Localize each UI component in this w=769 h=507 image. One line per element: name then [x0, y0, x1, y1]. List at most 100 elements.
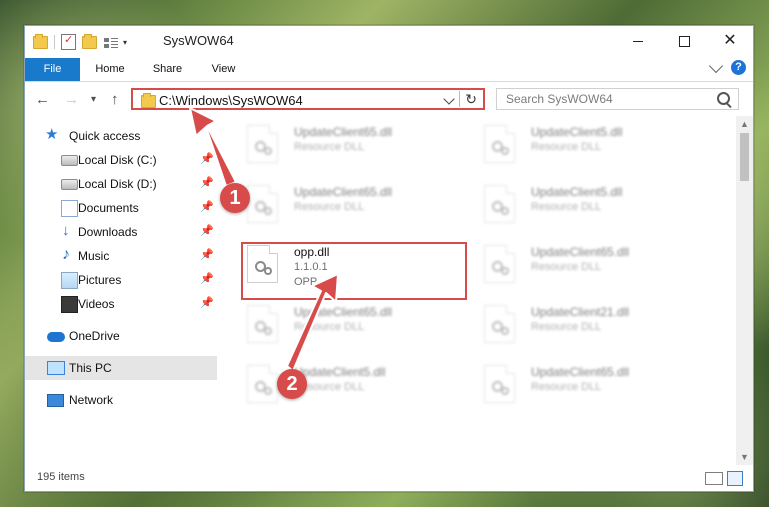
network-icon	[47, 394, 64, 407]
address-dropdown-icon[interactable]	[443, 93, 455, 105]
address-path[interactable]: C:\Windows\SysWOW64	[159, 93, 303, 108]
file-name: UpdateClient5.dll	[294, 365, 386, 379]
tab-share[interactable]: Share	[140, 58, 195, 81]
drive-icon	[61, 155, 78, 166]
file-item[interactable]: UpdateClient65.dll Resource DLL	[484, 243, 664, 291]
file-name: UpdateClient5.dll	[531, 125, 623, 139]
window-title: SysWOW64	[163, 33, 234, 48]
expand-ribbon-icon[interactable]	[708, 58, 724, 74]
music-icon: ♪	[62, 246, 70, 263]
pin-icon: 📌	[200, 153, 214, 165]
new-folder-icon[interactable]	[82, 33, 97, 49]
pin-icon: 📌	[200, 201, 214, 213]
sidebar-item-label: Music	[78, 249, 110, 263]
minimize-button[interactable]	[615, 26, 661, 56]
file-type: Resource DLL	[294, 201, 365, 213]
file-item[interactable]: UpdateClient21.dll Resource DLL	[484, 303, 664, 351]
tab-file[interactable]: File	[25, 58, 80, 81]
sidebar-item-label: Downloads	[78, 225, 138, 239]
folder-icon[interactable]	[33, 33, 48, 49]
dll-file-icon	[247, 365, 278, 403]
file-item[interactable]: UpdateClient5.dll Resource DLL	[247, 363, 427, 411]
gear-icon	[501, 267, 509, 275]
search-placeholder: Search SysWOW64	[506, 92, 613, 106]
computer-icon	[47, 361, 65, 375]
help-icon[interactable]: ?	[731, 60, 746, 75]
back-button[interactable]: ←	[35, 91, 50, 108]
file-explorer-window: ▾ SysWOW64 ✕ File Home Share View ? ← → …	[24, 25, 754, 492]
chevron-down-icon[interactable]: ▾	[123, 38, 127, 47]
file-type: Resource DLL	[531, 381, 602, 393]
refresh-icon[interactable]: ↻	[465, 91, 477, 108]
file-item[interactable]: UpdateClient65.dll Resource DLL	[247, 303, 427, 351]
gear-icon	[501, 207, 509, 215]
title-bar: ▾ SysWOW64 ✕	[25, 26, 753, 58]
dll-file-icon	[247, 185, 278, 223]
sidebar-item-label: Videos	[78, 297, 115, 311]
maximize-button[interactable]	[661, 26, 707, 56]
ribbon-tabs: File Home Share View ?	[25, 58, 753, 82]
toolbar-separator	[54, 35, 55, 49]
sidebar-item-label: Local Disk (C:)	[78, 153, 157, 167]
file-item[interactable]: UpdateClient5.dll Resource DLL	[484, 183, 664, 231]
sidebar-item-label: Local Disk (D:)	[78, 177, 157, 191]
search-input[interactable]: Search SysWOW64	[496, 88, 739, 110]
close-icon: ✕	[723, 32, 737, 49]
navigation-bar: ← → ▾ ↑ C:\Windows\SysWOW64 ↻ Search Sys…	[25, 82, 753, 116]
quick-access-toolbar: ▾	[33, 33, 127, 50]
large-icons-view-icon[interactable]	[727, 471, 743, 486]
scroll-down-icon[interactable]: ▼	[740, 452, 749, 462]
tab-view[interactable]: View	[196, 58, 251, 81]
vertical-scrollbar[interactable]: ▲ ▼	[736, 116, 753, 466]
sidebar-item-local-disk-c[interactable]: Local Disk (C:) 📌	[25, 148, 217, 172]
details-view-icon[interactable]	[705, 472, 723, 485]
recent-locations-button[interactable]: ▾	[91, 94, 96, 105]
forward-button[interactable]: →	[64, 91, 79, 108]
gear-icon	[264, 147, 272, 155]
file-item[interactable]: UpdateClient65.dll Resource DLL	[247, 183, 427, 231]
sidebar-item-network[interactable]: Network	[25, 388, 217, 412]
file-name: UpdateClient21.dll	[531, 305, 630, 319]
pin-icon: 📌	[200, 297, 214, 309]
sidebar-item-videos[interactable]: Videos 📌	[25, 292, 217, 316]
videos-icon	[61, 296, 78, 313]
sidebar-item-onedrive[interactable]: OneDrive	[25, 324, 217, 348]
address-bar[interactable]: C:\Windows\SysWOW64 ↻	[131, 88, 485, 110]
sidebar-item-this-pc[interactable]: This PC	[25, 356, 217, 380]
maximize-icon	[678, 35, 690, 47]
navigation-pane: ★ Quick access Local Disk (C:) 📌 Local D…	[25, 116, 217, 451]
dll-file-icon	[247, 125, 278, 163]
customize-icon[interactable]	[103, 36, 119, 48]
gear-icon	[501, 327, 509, 335]
file-type: Resource DLL	[294, 321, 365, 333]
sidebar-item-downloads[interactable]: ↓ Downloads 📌	[25, 220, 217, 244]
sidebar-item-local-disk-d[interactable]: Local Disk (D:) 📌	[25, 172, 217, 196]
pin-icon: 📌	[200, 249, 214, 261]
close-button[interactable]: ✕	[707, 26, 753, 56]
sidebar-item-music[interactable]: ♪ Music 📌	[25, 244, 217, 268]
sidebar-item-pictures[interactable]: Pictures 📌	[25, 268, 217, 292]
download-icon: ↓	[62, 222, 70, 239]
minimize-icon	[633, 40, 643, 42]
sidebar-item-label: This PC	[69, 361, 112, 375]
file-item[interactable]: UpdateClient5.dll Resource DLL	[484, 123, 664, 171]
sidebar-item-documents[interactable]: Documents 📌	[25, 196, 217, 220]
properties-check-icon[interactable]	[61, 33, 76, 50]
up-button[interactable]: ↑	[111, 91, 119, 108]
callout-badge-two: 2	[277, 369, 307, 399]
window-controls: ✕	[615, 26, 753, 56]
gear-icon	[264, 387, 272, 395]
callout-badge-one: 1	[220, 183, 250, 213]
search-icon[interactable]	[717, 92, 730, 105]
tab-home[interactable]: Home	[80, 58, 140, 81]
file-item[interactable]: UpdateClient65.dll Resource DLL	[247, 123, 427, 171]
sidebar-item-label: OneDrive	[69, 329, 120, 343]
documents-icon	[61, 200, 78, 217]
file-item[interactable]: UpdateClient65.dll Resource DLL	[484, 363, 664, 411]
pin-icon: 📌	[200, 225, 214, 237]
sidebar-item-quick-access[interactable]: ★ Quick access	[25, 124, 217, 148]
file-type: Resource DLL	[294, 141, 365, 153]
scroll-up-icon[interactable]: ▲	[740, 119, 749, 129]
scroll-thumb[interactable]	[740, 133, 749, 181]
file-name: UpdateClient65.dll	[531, 365, 630, 379]
